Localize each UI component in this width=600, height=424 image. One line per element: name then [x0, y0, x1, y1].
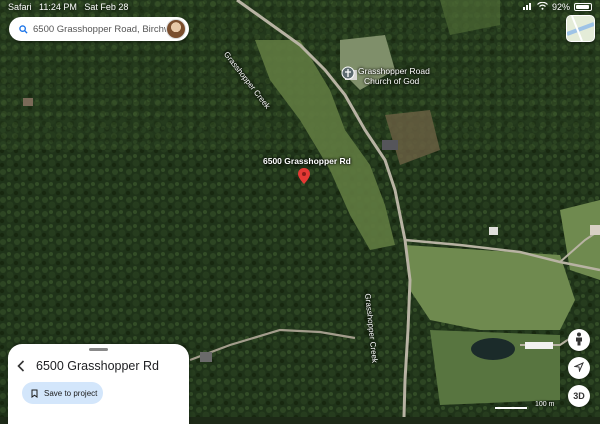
place-sheet[interactable]: 6500 Grasshopper Rd Save to project — [8, 344, 189, 424]
status-app: Safari — [8, 2, 32, 12]
church-poi-icon[interactable] — [341, 66, 355, 80]
poi-name-line2: Church of God — [364, 76, 420, 86]
battery-fill — [576, 5, 589, 9]
chevron-left-icon[interactable] — [16, 359, 30, 375]
save-to-project-button[interactable]: Save to project — [22, 382, 103, 404]
save-label: Save to project — [44, 388, 98, 398]
sheet-handle[interactable] — [89, 348, 108, 351]
street-view-button[interactable] — [568, 329, 590, 351]
status-date: Sat Feb 28 — [84, 2, 129, 12]
locate-me-button[interactable] — [568, 357, 590, 379]
avatar[interactable] — [166, 19, 186, 39]
search-input[interactable]: 6500 Grasshopper Road, Birchwo — [33, 24, 166, 35]
view-3d-button[interactable]: 3D — [568, 385, 590, 407]
poi-name-line1: Grasshopper Road — [358, 66, 430, 76]
location-arrow-icon — [573, 362, 584, 374]
scale-bar: 100 m — [495, 399, 565, 409]
status-time: 11:24 PM — [39, 2, 77, 12]
pin-label: 6500 Grasshopper Rd — [263, 156, 351, 166]
battery-icon — [574, 3, 592, 11]
search-bar[interactable]: 6500 Grasshopper Road, Birchwo — [9, 17, 189, 41]
search-icon — [13, 24, 33, 34]
scale-line — [495, 407, 527, 409]
status-right: 92% — [522, 1, 592, 12]
map-thumbnail-icon — [567, 16, 594, 41]
place-title: 6500 Grasshopper Rd — [36, 359, 159, 373]
battery-percent: 92% — [551, 2, 570, 12]
poi-label[interactable]: Grasshopper Road Church of God — [358, 66, 430, 86]
scale-label: 100 m — [535, 401, 555, 408]
signal-icon — [522, 2, 533, 12]
layers-button[interactable] — [566, 15, 595, 42]
status-left: Safari 11:24 PM Sat Feb 28 — [8, 2, 133, 12]
pegman-icon — [574, 332, 584, 348]
status-bar: Safari 11:24 PM Sat Feb 28 92% — [0, 0, 600, 14]
bookmark-icon — [31, 389, 38, 398]
wifi-icon — [537, 1, 548, 12]
